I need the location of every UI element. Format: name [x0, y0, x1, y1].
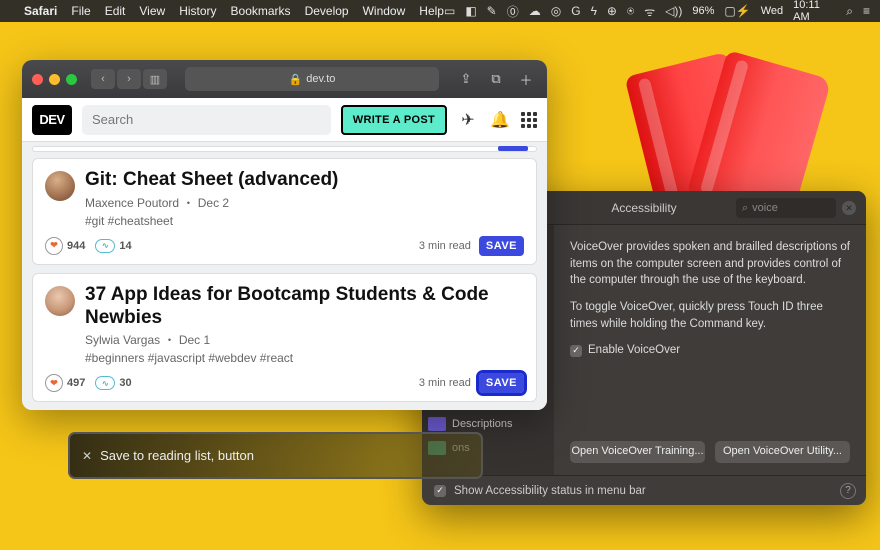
back-button[interactable]: ‹: [91, 69, 115, 89]
status-icon[interactable]: ☁: [529, 4, 541, 18]
a11y-search-value: voice: [752, 202, 778, 214]
a11y-footer-label: Show Accessibility status in menu bar: [454, 485, 646, 497]
checkbox-checked-icon: ✓: [570, 345, 582, 357]
save-button[interactable]: SAVE: [479, 373, 524, 393]
url-bar[interactable]: 🔒 dev.to: [185, 67, 439, 91]
status-icon[interactable]: ▭: [444, 4, 455, 18]
a11y-window-title: Accessibility: [611, 201, 676, 215]
heart-icon: [45, 374, 63, 392]
dev-logo[interactable]: DEV: [32, 105, 72, 135]
heart-icon: [45, 237, 63, 255]
post-card[interactable]: Git: Cheat Sheet (advanced) Maxence Pout…: [32, 158, 537, 265]
desktop-books-decoration: [635, 42, 825, 212]
status-icon[interactable]: G: [571, 4, 580, 18]
post-title[interactable]: Git: Cheat Sheet (advanced): [85, 169, 338, 192]
battery-icon[interactable]: ▢⚡: [724, 4, 750, 18]
read-time: 3 min read: [419, 377, 471, 389]
tabs-icon[interactable]: ⧉: [485, 69, 507, 89]
help-icon[interactable]: ?: [840, 483, 856, 499]
status-icon[interactable]: ✎: [487, 4, 497, 18]
new-tab-icon[interactable]: ＋: [515, 69, 537, 89]
notification-center-icon[interactable]: ≡: [863, 4, 870, 18]
status-icon[interactable]: ϟ: [591, 4, 597, 18]
checkbox-checked-icon[interactable]: ✓: [434, 485, 446, 497]
sidebar-label: Descriptions: [452, 418, 513, 430]
spotlight-icon[interactable]: ⌕: [846, 4, 853, 19]
post-meta: Sylwia Vargas ・ Dec 1: [85, 331, 524, 348]
status-icon[interactable]: ◎: [551, 4, 561, 18]
unicorn-count[interactable]: ∿30: [95, 376, 131, 390]
url-text: dev.to: [306, 73, 335, 85]
wave-icon: ∿: [95, 239, 115, 253]
open-voiceover-training-button[interactable]: Open VoiceOver Training...: [570, 441, 705, 463]
voiceover-caption-panel: ✕ Save to reading list, button: [68, 432, 483, 479]
menu-develop[interactable]: Develop: [305, 4, 349, 18]
post-tags[interactable]: #beginners #javascript #webdev #react: [85, 351, 524, 365]
sidebar-button[interactable]: ▥: [143, 69, 167, 89]
clock-time[interactable]: 10:11 AM: [793, 0, 836, 23]
status-icon[interactable]: ⊕: [607, 4, 617, 18]
menu-file[interactable]: File: [71, 4, 90, 18]
lock-icon: 🔒: [289, 73, 303, 86]
menu-edit[interactable]: Edit: [105, 4, 126, 18]
search-icon: ⌕: [742, 202, 748, 215]
a11y-footer: ✓ Show Accessibility status in menu bar …: [422, 475, 866, 505]
sidebar-thumb-icon: [428, 417, 446, 431]
accessibility-status-icon[interactable]: ⍟: [627, 4, 634, 19]
a11y-desc-1: VoiceOver provides spoken and brailled d…: [570, 239, 850, 289]
wifi-icon[interactable]: ᯤ: [644, 3, 655, 20]
read-time: 3 min read: [419, 240, 471, 252]
open-voiceover-utility-button[interactable]: Open VoiceOver Utility...: [715, 441, 850, 463]
a11y-search-field[interactable]: ⌕ voice: [736, 198, 836, 218]
safari-window[interactable]: ‹ › ▥ 🔒 dev.to ⇪ ⧉ ＋ DEV Search WRITE A …: [22, 60, 547, 410]
menu-app[interactable]: Safari: [24, 4, 57, 18]
close-icon[interactable]: ✕: [82, 449, 92, 463]
save-button[interactable]: SAVE: [479, 236, 524, 256]
mac-menubar: Safari File Edit View History Bookmarks …: [0, 0, 880, 22]
a11y-search-clear[interactable]: ✕: [842, 201, 856, 215]
post-tags[interactable]: #git #cheatsheet: [85, 214, 338, 228]
window-traffic-lights[interactable]: [32, 74, 77, 85]
volume-icon[interactable]: ◁)): [665, 4, 682, 18]
post-card[interactable]: 37 App Ideas for Bootcamp Students & Cod…: [32, 273, 537, 403]
a11y-main-pane: VoiceOver provides spoken and brailled d…: [554, 225, 866, 475]
avatar[interactable]: [45, 171, 75, 201]
menu-window[interactable]: Window: [363, 4, 406, 18]
avatar[interactable]: [45, 286, 75, 316]
voiceover-caption-text: Save to reading list, button: [100, 448, 254, 463]
status-icon[interactable]: ◧: [465, 4, 476, 18]
clock-day[interactable]: Wed: [761, 5, 783, 17]
more-grid-icon[interactable]: [521, 112, 537, 128]
partial-card: [32, 146, 537, 152]
dev-site-header: DEV Search WRITE A POST ✈ 🔔: [22, 98, 547, 142]
hearts-count[interactable]: 497: [45, 374, 85, 392]
feed: Git: Cheat Sheet (advanced) Maxence Pout…: [22, 142, 547, 410]
unicorn-count[interactable]: ∿14: [95, 239, 131, 253]
post-title[interactable]: 37 App Ideas for Bootcamp Students & Cod…: [85, 284, 524, 330]
status-icon[interactable]: ⓪: [507, 3, 519, 20]
menu-history[interactable]: History: [179, 4, 216, 18]
forward-button[interactable]: ›: [117, 69, 141, 89]
safari-toolbar: ‹ › ▥ 🔒 dev.to ⇪ ⧉ ＋: [22, 60, 547, 98]
enable-voiceover-checkbox[interactable]: ✓ Enable VoiceOver: [570, 342, 850, 359]
hearts-count[interactable]: 944: [45, 237, 85, 255]
menu-bookmarks[interactable]: Bookmarks: [231, 4, 291, 18]
menu-view[interactable]: View: [139, 4, 165, 18]
post-meta: Maxence Poutord ・ Dec 2: [85, 194, 338, 211]
battery-percent[interactable]: 96%: [692, 5, 714, 17]
menu-help[interactable]: Help: [419, 4, 444, 18]
notifications-icon[interactable]: 🔔: [489, 110, 511, 130]
a11y-desc-2: To toggle VoiceOver, quickly press Touch…: [570, 299, 850, 332]
enable-voiceover-label: Enable VoiceOver: [588, 342, 680, 359]
dev-search-input[interactable]: Search: [82, 105, 331, 135]
wave-icon: ∿: [95, 376, 115, 390]
write-post-button[interactable]: WRITE A POST: [341, 105, 447, 135]
connect-icon[interactable]: ✈: [457, 110, 479, 130]
share-icon[interactable]: ⇪: [455, 69, 477, 89]
